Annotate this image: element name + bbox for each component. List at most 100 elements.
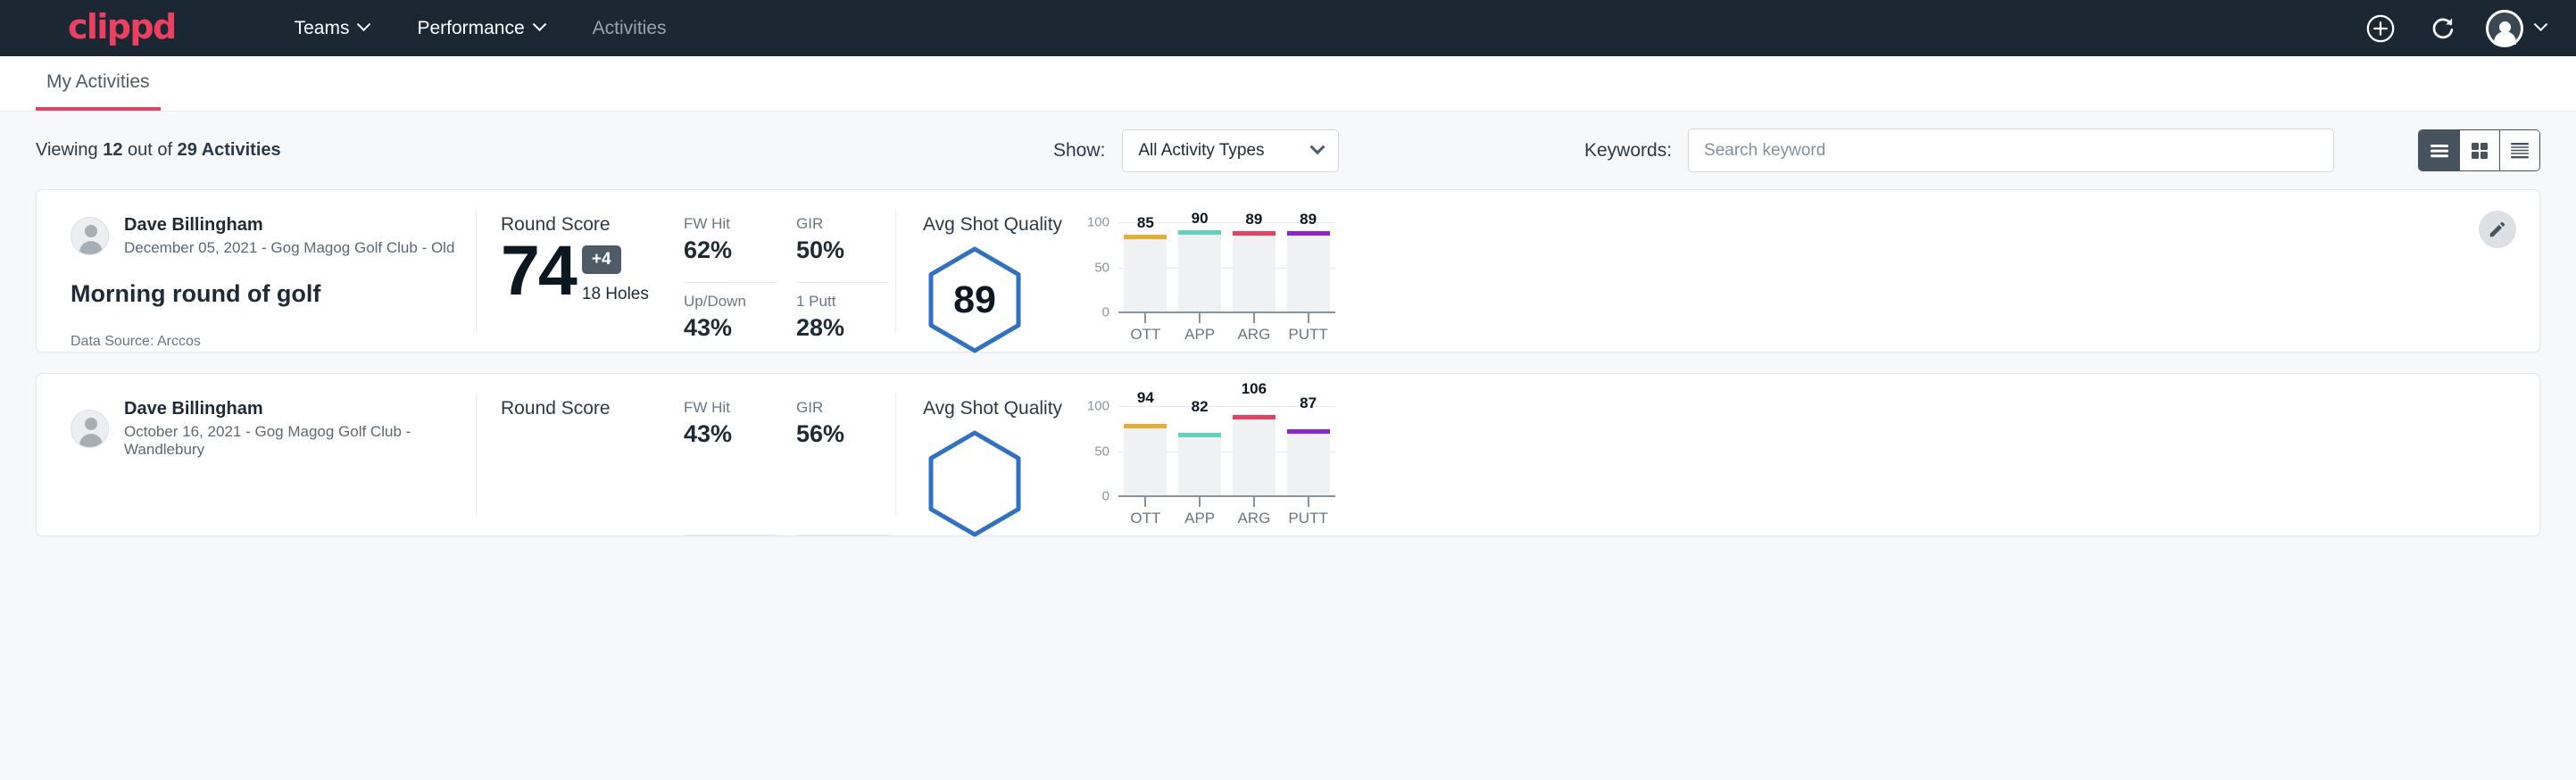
nav-item-teams[interactable]: Teams (270, 18, 394, 39)
viewing-mid: out of (122, 140, 177, 160)
view-mode-list-button[interactable] (2419, 130, 2459, 170)
stat-value: 56% (796, 420, 889, 448)
pencil-icon (2488, 220, 2507, 239)
bar-slot-app: 90 (1173, 222, 1227, 311)
view-mode-grid-button[interactable] (2459, 130, 2499, 170)
viewing-count: 12 (103, 140, 122, 160)
bar-putt (1287, 429, 1330, 495)
tab-bar: My Activities (0, 56, 2576, 112)
main-content: Viewing 12 out of 29 Activities Show: Al… (0, 112, 2576, 780)
activity-meta: October 16, 2021 - Gog Magog Golf Club -… (124, 423, 477, 459)
stat-value: 62% (684, 236, 777, 264)
nav-item-activities[interactable]: Activities (569, 18, 691, 39)
grid-view-icon (2469, 140, 2490, 162)
y-tick-50: 50 (1094, 261, 1109, 276)
chart-y-axis: 100 50 0 (1081, 222, 1109, 313)
filter-bar: Viewing 12 out of 29 Activities Show: Al… (36, 112, 2540, 189)
activity-card-header: Dave Billingham December 05, 2021 - Gog … (37, 190, 477, 352)
bar-arg (1233, 231, 1276, 311)
chart-bars: 85 90 89 89 (1118, 222, 1335, 311)
activity-user-row: Dave Billingham December 05, 2021 - Gog … (71, 214, 477, 257)
bar-slot-app: 82 (1173, 406, 1227, 495)
activity-type-select[interactable]: All Activity Types (1122, 129, 1339, 172)
activity-type-select-value: All Activity Types (1138, 141, 1264, 161)
round-score-label: Round Score (501, 398, 669, 419)
y-tick-100: 100 (1087, 215, 1109, 230)
activity-card[interactable]: Dave Billingham December 05, 2021 - Gog … (36, 189, 2540, 353)
round-score-panel: Round Score (477, 374, 669, 535)
x-label-ott: OTT (1118, 326, 1173, 344)
nav-item-activities-label: Activities (593, 18, 667, 39)
round-score-value: 74 (501, 236, 576, 304)
view-mode-compact-button[interactable] (2499, 130, 2539, 170)
chevron-down-icon (2534, 17, 2548, 31)
compact-view-icon (2508, 141, 2531, 161)
chart-x-labels: OTT APP ARG PUTT (1118, 326, 1335, 344)
x-label-arg: ARG (1227, 510, 1282, 527)
x-label-app: APP (1173, 326, 1227, 344)
bar-app (1178, 433, 1221, 495)
clippd-logo[interactable]: clippd (68, 10, 176, 47)
bar-slot-arg: 106 (1227, 406, 1282, 495)
avatar (2486, 10, 2523, 47)
account-menu[interactable] (2486, 10, 2546, 47)
bar-value: 89 (1245, 211, 1262, 228)
edit-activity-button[interactable] (2479, 211, 2516, 248)
search-input[interactable] (1688, 129, 2334, 172)
stat-value: 50% (796, 236, 889, 264)
x-label-app: APP (1173, 510, 1227, 527)
tab-my-activities[interactable]: My Activities (36, 71, 161, 111)
chart-x-ticks (1118, 497, 1335, 508)
activity-card-header: Dave Billingham October 16, 2021 - Gog M… (37, 374, 477, 535)
nav-item-performance-label: Performance (417, 18, 524, 39)
activity-card[interactable]: Dave Billingham October 16, 2021 - Gog M… (36, 373, 2540, 536)
keywords-filter-group: Keywords: (1584, 129, 2334, 172)
nav-item-performance[interactable]: Performance (393, 18, 568, 39)
stat-value: 43% (684, 314, 777, 342)
viewing-summary: Viewing 12 out of 29 Activities (36, 140, 281, 161)
chart-bars: 94 82 106 87 (1118, 406, 1335, 495)
activity-meta: December 05, 2021 - Gog Magog Golf Club … (124, 239, 454, 257)
refresh-icon (2429, 14, 2457, 43)
refresh-button[interactable] (2423, 9, 2463, 48)
activity-data-source: Data Source: Arccos (71, 334, 477, 350)
add-button[interactable] (2361, 9, 2400, 48)
bar-putt (1287, 231, 1330, 311)
avatar (71, 410, 109, 448)
viewing-total: 29 Activities (178, 140, 281, 160)
bar-value: 94 (1137, 389, 1154, 407)
nav-item-teams-label: Teams (295, 18, 350, 39)
stat-value: 43% (684, 420, 777, 448)
stat-label: 1 Putt (796, 293, 889, 311)
bar-value: 87 (1300, 394, 1317, 412)
x-label-arg: ARG (1227, 326, 1282, 344)
x-label-putt: PUTT (1281, 510, 1335, 527)
shot-quality-bar-chart: 100 50 0 94 82 (1081, 406, 1335, 522)
stat-gir: GIR 50% (796, 215, 889, 283)
shot-quality-hexagon: 89 (926, 245, 1024, 354)
activity-stats-grid: FW Hit 43% GIR 56% (669, 374, 896, 535)
activity-user-row: Dave Billingham October 16, 2021 - Gog M… (71, 398, 477, 459)
list-view-icon (2428, 142, 2451, 160)
shot-quality-value (926, 429, 1024, 538)
y-tick-100: 100 (1087, 399, 1109, 414)
stat-fw-hit: FW Hit 62% (684, 215, 777, 283)
view-mode-toggle (2418, 129, 2540, 171)
chart-x-ticks (1118, 313, 1335, 324)
navbar-actions (2361, 0, 2546, 56)
y-tick-0: 0 (1102, 489, 1109, 504)
stat-up-down: Up/Down 43% (684, 283, 777, 352)
stat-value: 28% (796, 314, 889, 342)
bar-slot-putt: 89 (1281, 222, 1335, 311)
shot-quality-value: 89 (926, 245, 1024, 354)
holes-count: 18 Holes (582, 285, 649, 304)
round-score-row: 74 +4 18 Holes (501, 236, 669, 304)
stat-label: FW Hit (684, 399, 777, 417)
top-navbar: clippd Teams Performance Activities (0, 0, 2576, 56)
stat-label: FW Hit (684, 215, 777, 233)
plus-circle-icon (2365, 13, 2396, 44)
stat-label: GIR (796, 215, 889, 233)
activity-stats-grid: FW Hit 62% GIR 50% Up/Down 43% 1 Putt 28… (669, 190, 896, 352)
shot-quality-hexagon (926, 429, 1024, 538)
bar-ott (1124, 424, 1167, 495)
